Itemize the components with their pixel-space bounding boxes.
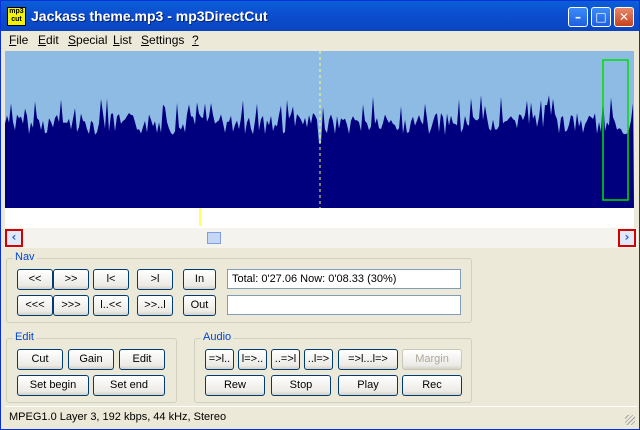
- resize-grip-icon[interactable]: [625, 415, 635, 425]
- menu-edit[interactable]: Edit: [38, 33, 59, 47]
- menu-settings-label: ettings: [149, 33, 185, 47]
- waveform-display[interactable]: [5, 51, 634, 208]
- out-button[interactable]: Out: [183, 295, 216, 316]
- go-end-button[interactable]: >l: [137, 269, 173, 290]
- menu-special-mnemonic: S: [68, 33, 77, 47]
- gain-button[interactable]: Gain: [68, 349, 114, 370]
- forward-end-button[interactable]: >>..l: [137, 295, 173, 316]
- scroll-left-button[interactable]: ‹: [5, 229, 23, 247]
- set-begin-button[interactable]: Set begin: [17, 375, 89, 396]
- fast-back-button[interactable]: <<<: [17, 295, 53, 316]
- title-bar[interactable]: mp3 cut Jackass theme.mp3 - mp3DirectCut…: [1, 1, 639, 31]
- go-start-button[interactable]: l<: [93, 269, 129, 290]
- app-logo-icon: mp3 cut: [7, 7, 26, 26]
- menu-special[interactable]: Special: [68, 33, 107, 47]
- nav-group: Nav << >> l< >l In Total: 0'27.06 Now: 0…: [6, 251, 472, 323]
- horizontal-scrollbar[interactable]: ‹ ›: [5, 228, 638, 248]
- edit-group: Edit Cut Gain Edit Set begin Set end: [6, 331, 177, 403]
- menu-list[interactable]: List: [113, 33, 132, 47]
- menu-edit-label: dit: [46, 33, 59, 47]
- audio-group: Audio =>l.. l=>.. ..=>l ..l=> =>l...l=> …: [194, 331, 472, 403]
- status-bar: MPEG1.0 Layer 3, 192 kbps, 44 kHz, Stere…: [5, 406, 637, 427]
- menu-edit-mnemonic: E: [38, 33, 47, 47]
- margin-button[interactable]: Margin: [402, 349, 462, 370]
- fast-forward-button[interactable]: >>>: [53, 295, 89, 316]
- cut-button[interactable]: Cut: [17, 349, 63, 370]
- play-to-end-button[interactable]: ..=>l: [271, 349, 300, 370]
- start-rewind-button[interactable]: l..<<: [93, 295, 129, 316]
- record-button[interactable]: Rec: [402, 375, 462, 396]
- secondary-info-field[interactable]: [227, 295, 461, 315]
- in-button[interactable]: In: [183, 269, 216, 290]
- waveform-graphic: [5, 51, 634, 208]
- play-to-cut-button[interactable]: =>l..: [205, 349, 234, 370]
- menu-list-mnemonic: L: [113, 33, 120, 47]
- scroll-right-button[interactable]: ›: [618, 229, 636, 247]
- menu-help-mnemonic: ?: [192, 33, 199, 47]
- skip-back-button[interactable]: <<: [17, 269, 53, 290]
- menu-file-label: ile: [16, 33, 29, 47]
- rewind-button[interactable]: Rew: [205, 375, 265, 396]
- play-button[interactable]: Play: [338, 375, 398, 396]
- skip-forward-button[interactable]: >>: [53, 269, 89, 290]
- position-info-field: Total: 0'27.06 Now: 0'08.33 (30%): [227, 269, 461, 289]
- edit-button[interactable]: Edit: [119, 349, 165, 370]
- app-window: mp3 cut Jackass theme.mp3 - mp3DirectCut…: [0, 0, 640, 430]
- close-button[interactable]: ✕: [614, 7, 634, 27]
- timeline-graphic: [199, 208, 201, 226]
- play-after-end-button[interactable]: ..l=>: [304, 349, 333, 370]
- minimize-button[interactable]: –: [568, 7, 588, 27]
- status-text: MPEG1.0 Layer 3, 192 kbps, 44 kHz, Stere…: [9, 411, 227, 423]
- maximize-button[interactable]: □: [591, 7, 611, 27]
- audio-group-label: Audio: [201, 331, 234, 343]
- set-end-button[interactable]: Set end: [93, 375, 165, 396]
- menu-list-label: ist: [119, 33, 132, 47]
- nav-group-label: Nav: [13, 251, 37, 263]
- edit-group-label: Edit: [13, 331, 36, 343]
- menu-settings-mnemonic: S: [141, 33, 150, 47]
- window-title: Jackass theme.mp3 - mp3DirectCut: [31, 8, 268, 24]
- scrollbar-thumb[interactable]: [207, 232, 221, 244]
- timeline-ruler[interactable]: [5, 208, 634, 228]
- menu-file[interactable]: File: [9, 33, 28, 47]
- stop-button[interactable]: Stop: [271, 375, 331, 396]
- menu-help[interactable]: ?: [192, 33, 199, 47]
- menu-special-label: pecial: [76, 33, 108, 47]
- menu-settings[interactable]: Settings: [141, 33, 184, 47]
- play-around-cut-button[interactable]: =>l...l=>: [338, 349, 398, 370]
- play-from-cut-button[interactable]: l=>..: [238, 349, 267, 370]
- menu-bar: File Edit Special List Settings ?: [1, 31, 639, 50]
